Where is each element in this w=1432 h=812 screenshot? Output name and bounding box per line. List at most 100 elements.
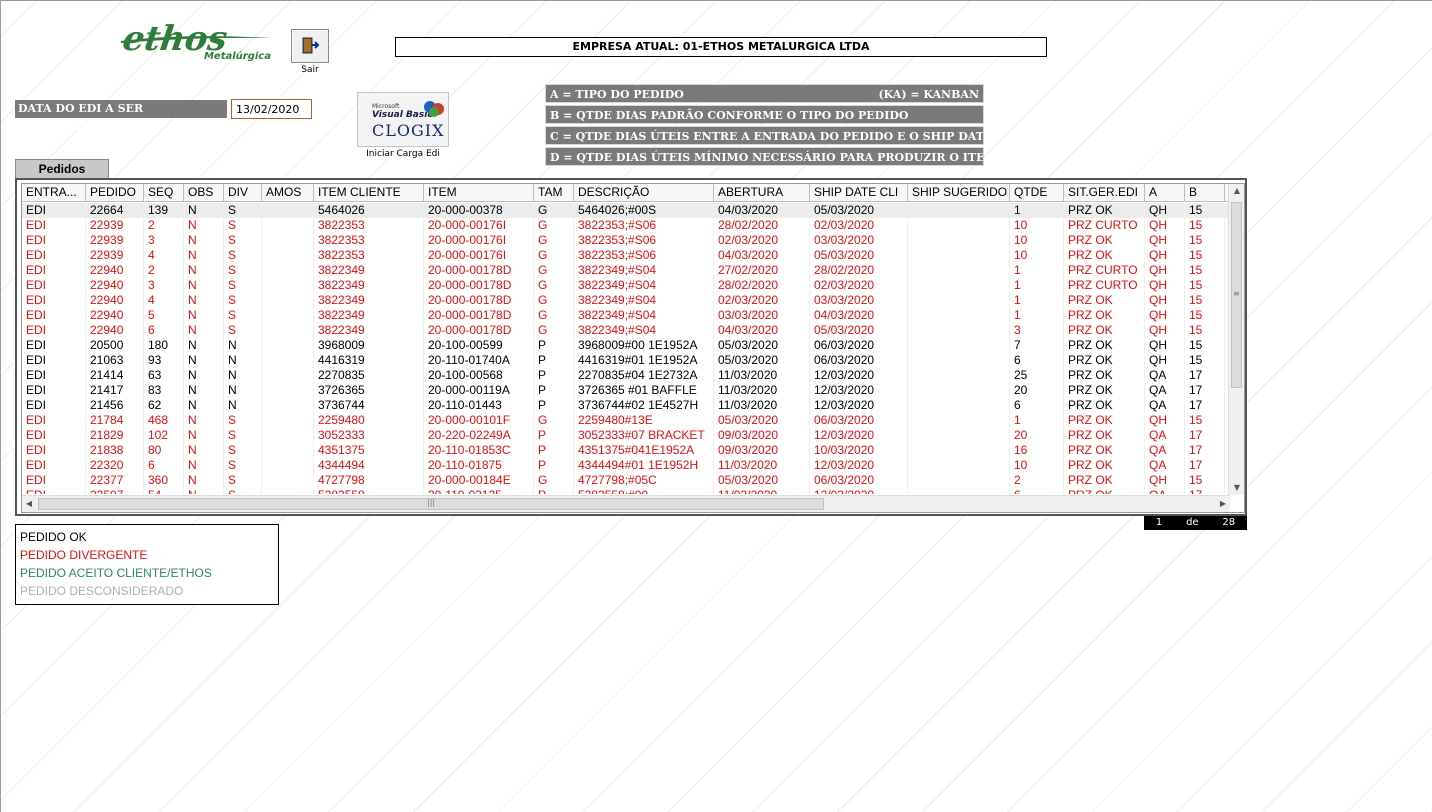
cell-descricao: 3822349;#S04 — [574, 308, 714, 323]
cell-qtde: 6 — [1010, 488, 1064, 494]
table-row[interactable]: EDI 22377 360 N S 4727798 20-000-00184E G 472779… — [22, 473, 1230, 488]
cell-sit-ger-edi: PRZ OK — [1064, 353, 1145, 368]
vertical-scrollbar[interactable]: ▲ ≡ ▼ — [1228, 184, 1244, 495]
table-row[interactable]: EDI2250754NS 528355820-110-03125P5283558;… — [22, 488, 1230, 494]
column-header-item[interactable]: ITEM — [424, 184, 534, 202]
cell-sit-ger-edi: PRZ OK — [1064, 338, 1145, 353]
table-row[interactable]: EDI 21784 468 N S 2259480 20-000-00101F G 225948… — [22, 413, 1230, 428]
cell-seq: 139 — [144, 203, 184, 218]
scroll-right-icon[interactable]: ▶ — [1216, 496, 1230, 512]
cell-tam: P — [534, 428, 574, 443]
cell-div: S — [224, 308, 262, 323]
edi-date-input[interactable] — [231, 99, 312, 119]
cell-ship-sugerido — [908, 488, 1010, 494]
cell-abertura: 05/03/2020 — [714, 353, 810, 368]
cell-tam: G — [534, 308, 574, 323]
cell-descricao: 5464026;#00S — [574, 203, 714, 218]
column-header-pedido[interactable]: PEDIDO — [86, 184, 144, 202]
table-row[interactable]: EDI 22940 2 N S 3822349 20-000-00178D G 3822349;… — [22, 263, 1230, 278]
scroll-up-icon[interactable]: ▲ — [1229, 184, 1244, 198]
table-row[interactable]: EDI 22940 5 N S 3822349 20-000-00178D G 3822349;… — [22, 308, 1230, 323]
cell-a: QH — [1145, 203, 1185, 218]
cell-item-cliente: 3822353 — [314, 233, 424, 248]
horizontal-scrollbar[interactable]: ◀ ||| ▶ — [22, 495, 1230, 512]
table-row[interactable]: EDI 20500 180 N N 3968009 20-100-00599 P 3968009… — [22, 338, 1230, 353]
cell-obs: N — [184, 413, 224, 428]
cell-descricao: 2270835#04 1E2732A — [574, 368, 714, 383]
column-header-abertura[interactable]: ABERTURA — [714, 184, 810, 202]
column-header-sit-ger-edi[interactable]: SIT.GER.EDI — [1064, 184, 1145, 202]
column-header-ship-date-cli[interactable]: SHIP DATE CLI — [810, 184, 908, 202]
cell-entrada: EDI — [22, 293, 86, 308]
cell-item-cliente: 3736744 — [314, 398, 424, 413]
cell-obs: N — [184, 218, 224, 233]
column-header-ship-sugerido[interactable]: SHIP SUGERIDO — [908, 184, 1010, 202]
cell-ship-date-cli: 06/03/2020 — [810, 353, 908, 368]
table-row[interactable]: EDI 22664 139 N S 5464026 20-000-00378 G 5464026… — [22, 203, 1230, 218]
cell-qtde: 25 — [1010, 368, 1064, 383]
table-row[interactable]: EDI 21456 62 N N 3736744 20-110-01443 P 3736744#… — [22, 398, 1230, 413]
table-row[interactable]: EDI 22939 3 N S 3822353 20-000-00176I G 3822353;… — [22, 233, 1230, 248]
start-edi-load-button[interactable]: Microsoft Visual Basic CLOGIX — [357, 92, 449, 147]
table-row[interactable]: EDI 21829 102 N S 3052333 20-220-02249A P 305233… — [22, 428, 1230, 443]
cell-abertura: 04/03/2020 — [714, 203, 810, 218]
scroll-left-icon[interactable]: ◀ — [22, 496, 36, 512]
table-row[interactable]: EDI 22939 2 N S 3822353 20-000-00176I G 3822353;… — [22, 218, 1230, 233]
table-row[interactable]: EDI 21417 83 N N 3726365 20-000-00119A P 3726365… — [22, 383, 1230, 398]
cell-amos — [262, 338, 314, 353]
column-header-tam[interactable]: TAM — [534, 184, 574, 202]
table-row[interactable]: EDI 22320 6 N S 4344494 20-110-01875 P 4344494#0… — [22, 458, 1230, 473]
cell-ship-sugerido — [908, 218, 1010, 233]
cell-abertura: 04/03/2020 — [714, 248, 810, 263]
cell-pedido: 21838 — [86, 443, 144, 458]
cell-ship-date-cli: 02/03/2020 — [810, 218, 908, 233]
cell-div: N — [224, 383, 262, 398]
cell-entrada: EDI — [22, 353, 86, 368]
cell-a: QH — [1145, 353, 1185, 368]
table-row[interactable]: EDI 22940 4 N S 3822349 20-000-00178D G 3822349;… — [22, 293, 1230, 308]
column-header-a[interactable]: A — [1145, 184, 1185, 202]
column-header-seq[interactable]: SEQ — [144, 184, 184, 202]
scroll-down-icon[interactable]: ▼ — [1229, 481, 1244, 495]
cell-amos — [262, 473, 314, 488]
cell-div: S — [224, 203, 262, 218]
cell-sit-ger-edi: PRZ OK — [1064, 323, 1145, 338]
logix-logo-word: LOGIX — [385, 121, 445, 140]
cell-qtde: 1 — [1010, 413, 1064, 428]
table-row[interactable]: EDI 22939 4 N S 3822353 20-000-00176I G 3822353;… — [22, 248, 1230, 263]
table-row[interactable]: EDI 21414 63 N N 2270835 20-100-00568 P 2270835#… — [22, 368, 1230, 383]
column-header-entrada[interactable]: ENTRA... — [22, 184, 86, 202]
column-header-item-cliente[interactable]: ITEM CLIENTE — [314, 184, 424, 202]
cell-entrada: EDI — [22, 488, 86, 494]
cell-item: 20-220-02249A — [424, 428, 534, 443]
column-header-obs[interactable]: OBS — [184, 184, 224, 202]
cell-sit-ger-edi: PRZ OK — [1064, 368, 1145, 383]
table-row[interactable]: EDI 21838 80 N S 4351375 20-110-01853C P 4351375… — [22, 443, 1230, 458]
cell-b: 15 — [1185, 413, 1225, 428]
column-header-div[interactable]: DIV — [224, 184, 262, 202]
legend-pedido-aceito: PEDIDO ACEITO CLIENTE/ETHOS — [20, 566, 212, 580]
table-row[interactable]: EDI 21063 93 N N 4416319 20-110-01740A P 4416319… — [22, 353, 1230, 368]
cell-ship-date-cli: 04/03/2020 — [810, 308, 908, 323]
cell-abertura: 05/03/2020 — [714, 338, 810, 353]
cell-seq: 102 — [144, 428, 184, 443]
cell-item-cliente: 2259480 — [314, 413, 424, 428]
cell-ship-sugerido — [908, 473, 1010, 488]
key-b: B = QTDE DIAS PADRÃO CONFORME O TIPO DO … — [545, 105, 984, 124]
cell-div: S — [224, 293, 262, 308]
table-row[interactable]: EDI 22940 3 N S 3822349 20-000-00178D G 3822349;… — [22, 278, 1230, 293]
cell-ship-sugerido — [908, 308, 1010, 323]
cell-div: S — [224, 458, 262, 473]
tab-pedidos[interactable]: Pedidos — [15, 159, 109, 179]
column-header-qtde[interactable]: QTDE — [1010, 184, 1064, 202]
cell-b: 15 — [1185, 263, 1225, 278]
orders-grid[interactable]: ENTRA... PEDIDO SEQ OBS DIV AMOS ITEM CLIENTE I… — [21, 183, 1245, 513]
column-header-amos[interactable]: AMOS — [262, 184, 314, 202]
exit-button[interactable] — [291, 29, 329, 63]
table-row[interactable]: EDI 22940 6 N S 3822349 20-000-00178D G 3822349;… — [22, 323, 1230, 338]
column-header-descricao[interactable]: DESCRIÇÃO — [574, 184, 714, 202]
column-header-b[interactable]: B — [1185, 184, 1225, 202]
cell-div: S — [224, 323, 262, 338]
cell-amos — [262, 383, 314, 398]
legend-pedido-divergente: PEDIDO DIVERGENTE — [20, 548, 148, 562]
